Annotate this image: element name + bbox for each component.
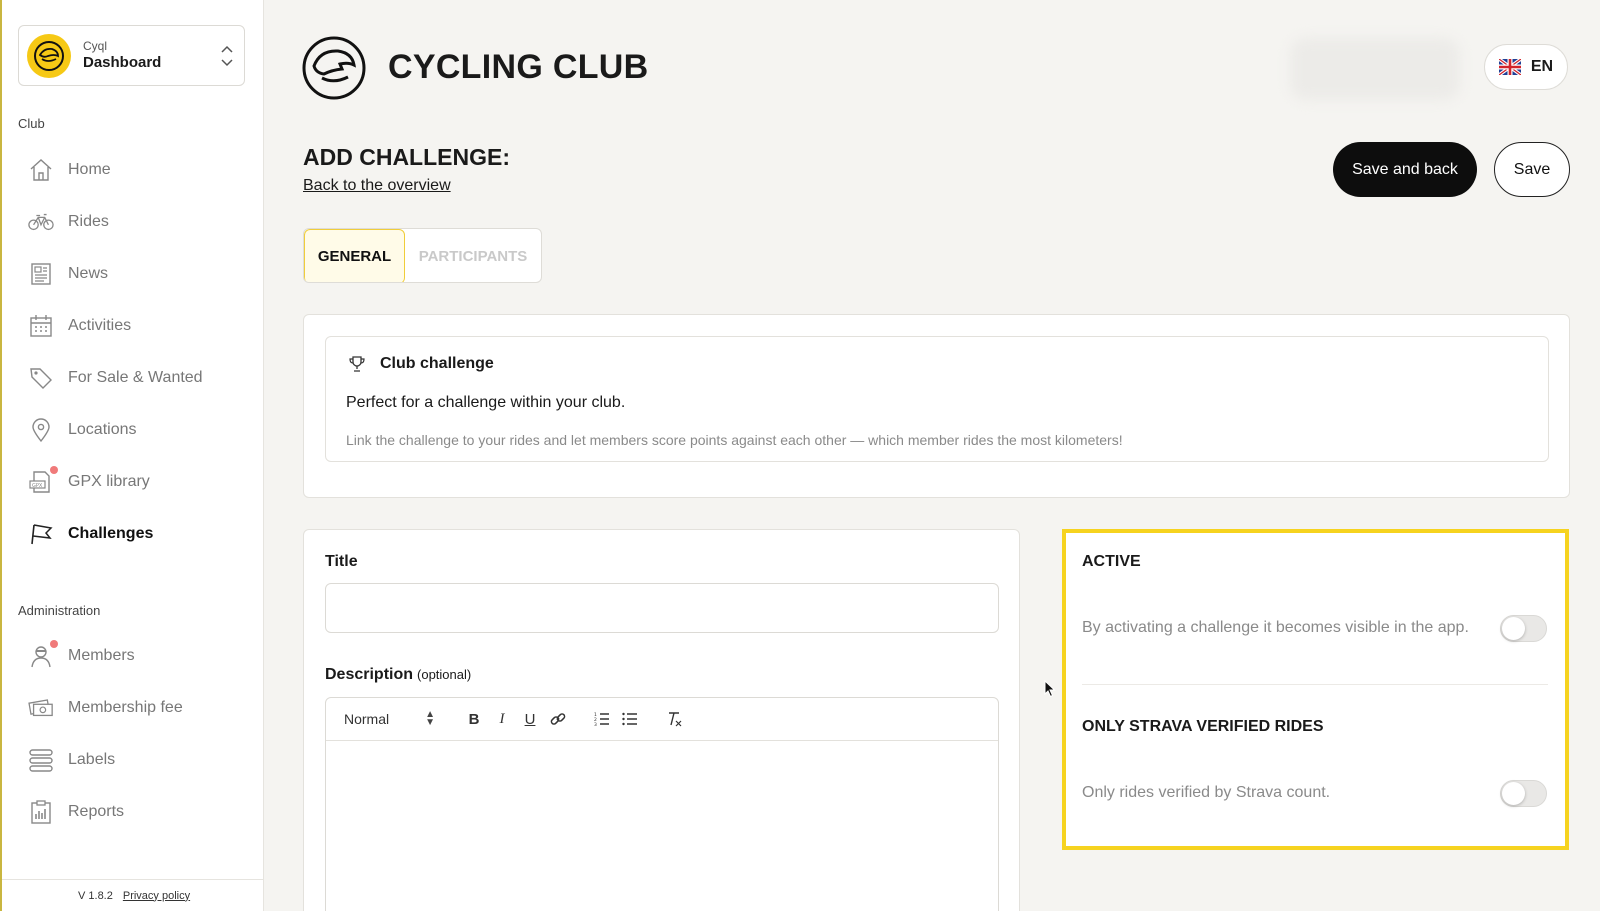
sidebar-item-news[interactable]: News <box>28 256 248 292</box>
link-icon[interactable] <box>544 707 572 731</box>
settings-divider <box>1082 684 1548 685</box>
sidebar-item-home[interactable]: Home <box>28 152 248 188</box>
sidebar-item-label: Challenges <box>68 525 154 542</box>
org-name: Dashboard <box>83 53 162 71</box>
save-button[interactable]: Save <box>1494 142 1570 197</box>
sidebar-item-label: For Sale & Wanted <box>68 369 203 386</box>
strava-verified-toggle[interactable] <box>1500 780 1547 807</box>
sidebar-footer: V 1.8.2 Privacy policy <box>2 879 264 911</box>
cycling-club-logo-icon <box>302 36 366 100</box>
notification-dot <box>50 466 58 474</box>
title-input[interactable] <box>325 583 999 633</box>
sidebar-item-label: Membership fee <box>68 699 183 716</box>
trophy-icon <box>349 356 365 372</box>
blurred-user-area <box>1290 38 1460 100</box>
sidebar-item-label: Activities <box>68 317 132 334</box>
toggle-knob <box>1502 782 1525 805</box>
challenge-type-detail: Link the challenge to your rides and let… <box>346 432 1123 448</box>
sidebar-item-challenges[interactable]: Challenges <box>28 516 248 552</box>
tag-icon <box>28 365 54 391</box>
section-label-club: Club <box>18 116 45 131</box>
sidebar-item-gpx-library[interactable]: GPX GPX library <box>28 464 248 500</box>
language-code: EN <box>1530 58 1554 75</box>
challenge-type-title: Club challenge <box>380 355 494 372</box>
chevron-updown-icon <box>221 45 233 67</box>
active-heading: ACTIVE <box>1082 553 1141 570</box>
notification-dot <box>50 640 58 648</box>
flag-icon <box>28 521 54 547</box>
gpx-file-icon: GPX <box>28 466 58 495</box>
description-label-text: Description <box>325 666 414 683</box>
strava-verified-description: Only rides verified by Strava count. <box>1082 784 1331 801</box>
sidebar-item-label: Home <box>68 161 111 178</box>
underline-icon[interactable]: U <box>516 707 544 731</box>
text-format-value: Normal <box>344 711 390 727</box>
bullet-list-icon[interactable] <box>616 707 644 731</box>
italic-icon[interactable]: I <box>488 707 516 731</box>
challenge-type-description: Perfect for a challenge within your club… <box>346 394 626 411</box>
sidebar: Cyql Dashboard Club Home Rides News Acti… <box>2 0 264 911</box>
tab-general[interactable]: GENERAL <box>304 229 405 282</box>
bold-icon[interactable]: B <box>460 707 488 731</box>
sidebar-item-reports[interactable]: Reports <box>28 794 248 830</box>
challenge-type-heading: Club challenge <box>348 355 494 373</box>
bicycle-icon <box>28 209 54 235</box>
member-icon <box>28 640 58 669</box>
sidebar-item-label: News <box>68 265 109 282</box>
sidebar-item-label: Locations <box>68 421 137 438</box>
language-selector[interactable]: EN <box>1484 44 1568 90</box>
select-arrows-icon: ▲ ▼ <box>425 709 436 728</box>
app-version: V 1.8.2 <box>78 889 113 902</box>
club-name: CYCLING CLUB <box>388 48 649 86</box>
home-icon <box>28 157 54 183</box>
back-to-overview-link[interactable]: Back to the overview <box>303 177 451 195</box>
sidebar-item-membership-fee[interactable]: Membership fee <box>28 690 248 726</box>
mouse-cursor-icon <box>1044 680 1056 698</box>
description-label: Description (optional) <box>325 666 471 684</box>
save-and-back-button[interactable]: Save and back <box>1333 142 1477 197</box>
ordered-list-icon[interactable]: 123 <box>588 707 616 731</box>
sidebar-item-label: GPX library <box>68 473 150 490</box>
section-label-administration: Administration <box>18 603 101 618</box>
clipboard-icon <box>28 799 54 825</box>
sidebar-item-activities[interactable]: Activities <box>28 308 248 344</box>
sidebar-item-for-sale[interactable]: For Sale & Wanted <box>28 360 248 396</box>
sidebar-item-label: Rides <box>68 213 109 230</box>
strava-verified-heading: ONLY STRAVA VERIFIED RIDES <box>1082 718 1324 735</box>
calendar-icon <box>28 313 54 339</box>
location-pin-icon <box>28 417 54 443</box>
sidebar-item-locations[interactable]: Locations <box>28 412 248 448</box>
clear-format-icon[interactable] <box>660 707 688 731</box>
org-small-label: Cyql <box>83 38 108 53</box>
organization-switcher[interactable]: Cyql Dashboard <box>18 25 245 86</box>
active-toggle[interactable] <box>1500 615 1547 642</box>
sidebar-item-labels[interactable]: Labels <box>28 742 248 778</box>
tab-participants[interactable]: PARTICIPANTS <box>405 229 541 282</box>
page-title: ADD CHALLENGE: <box>303 144 510 170</box>
sidebar-item-members[interactable]: Members <box>28 638 248 674</box>
svg-text:GPX: GPX <box>32 483 43 489</box>
svg-text:3: 3 <box>594 722 597 726</box>
active-description: By activating a challenge it becomes vis… <box>1082 619 1469 636</box>
sidebar-item-rides[interactable]: Rides <box>28 204 248 240</box>
sidebar-item-label: Members <box>68 647 135 664</box>
title-label: Title <box>325 553 358 570</box>
cyql-logo-icon <box>27 33 71 78</box>
editor-toolbar: Normal ▲ ▼ B I U 123 <box>326 698 998 741</box>
optional-hint: (optional) <box>417 667 472 682</box>
tab-bar: GENERAL PARTICIPANTS <box>303 228 542 283</box>
text-format-select[interactable]: Normal ▲ ▼ <box>344 709 444 728</box>
toggle-knob <box>1502 617 1525 640</box>
privacy-policy-link[interactable]: Privacy policy <box>123 890 190 902</box>
sidebar-item-label: Reports <box>68 803 125 820</box>
description-editor[interactable]: Normal ▲ ▼ B I U 123 <box>325 697 999 911</box>
labels-icon <box>28 747 54 773</box>
money-icon <box>28 695 54 721</box>
sidebar-item-label: Labels <box>68 751 116 768</box>
newspaper-icon <box>28 261 54 287</box>
uk-flag-icon <box>1498 59 1521 75</box>
